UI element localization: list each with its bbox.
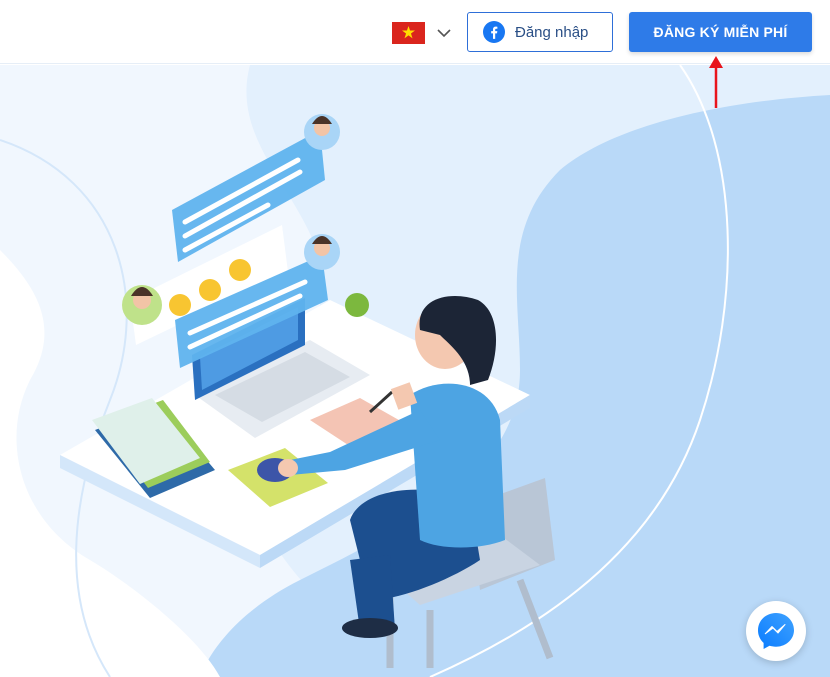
- facebook-icon: [483, 21, 505, 43]
- page: Đăng nhập ĐĂNG KÝ MIỄN PHÍ: [0, 0, 830, 677]
- ball: [345, 293, 369, 317]
- avatar-2: [304, 234, 340, 270]
- top-header: Đăng nhập ĐĂNG KÝ MIỄN PHÍ: [0, 0, 830, 64]
- chevron-down-icon: [437, 29, 451, 38]
- language-selector[interactable]: [392, 22, 454, 44]
- avatar-3: [122, 285, 162, 325]
- facebook-login-label: Đăng nhập: [515, 23, 589, 41]
- facebook-login-button[interactable]: Đăng nhập: [467, 12, 613, 52]
- messenger-icon: [758, 613, 794, 649]
- avatar-1: [304, 114, 340, 150]
- annotation-arrow-icon: [709, 56, 723, 108]
- signup-free-button[interactable]: ĐĂNG KÝ MIỄN PHÍ: [629, 12, 812, 52]
- signup-label: ĐĂNG KÝ MIỄN PHÍ: [653, 24, 788, 40]
- messenger-chat-button[interactable]: [746, 601, 806, 661]
- vietnam-flag-icon: [392, 22, 425, 44]
- hero-illustration: [0, 65, 830, 677]
